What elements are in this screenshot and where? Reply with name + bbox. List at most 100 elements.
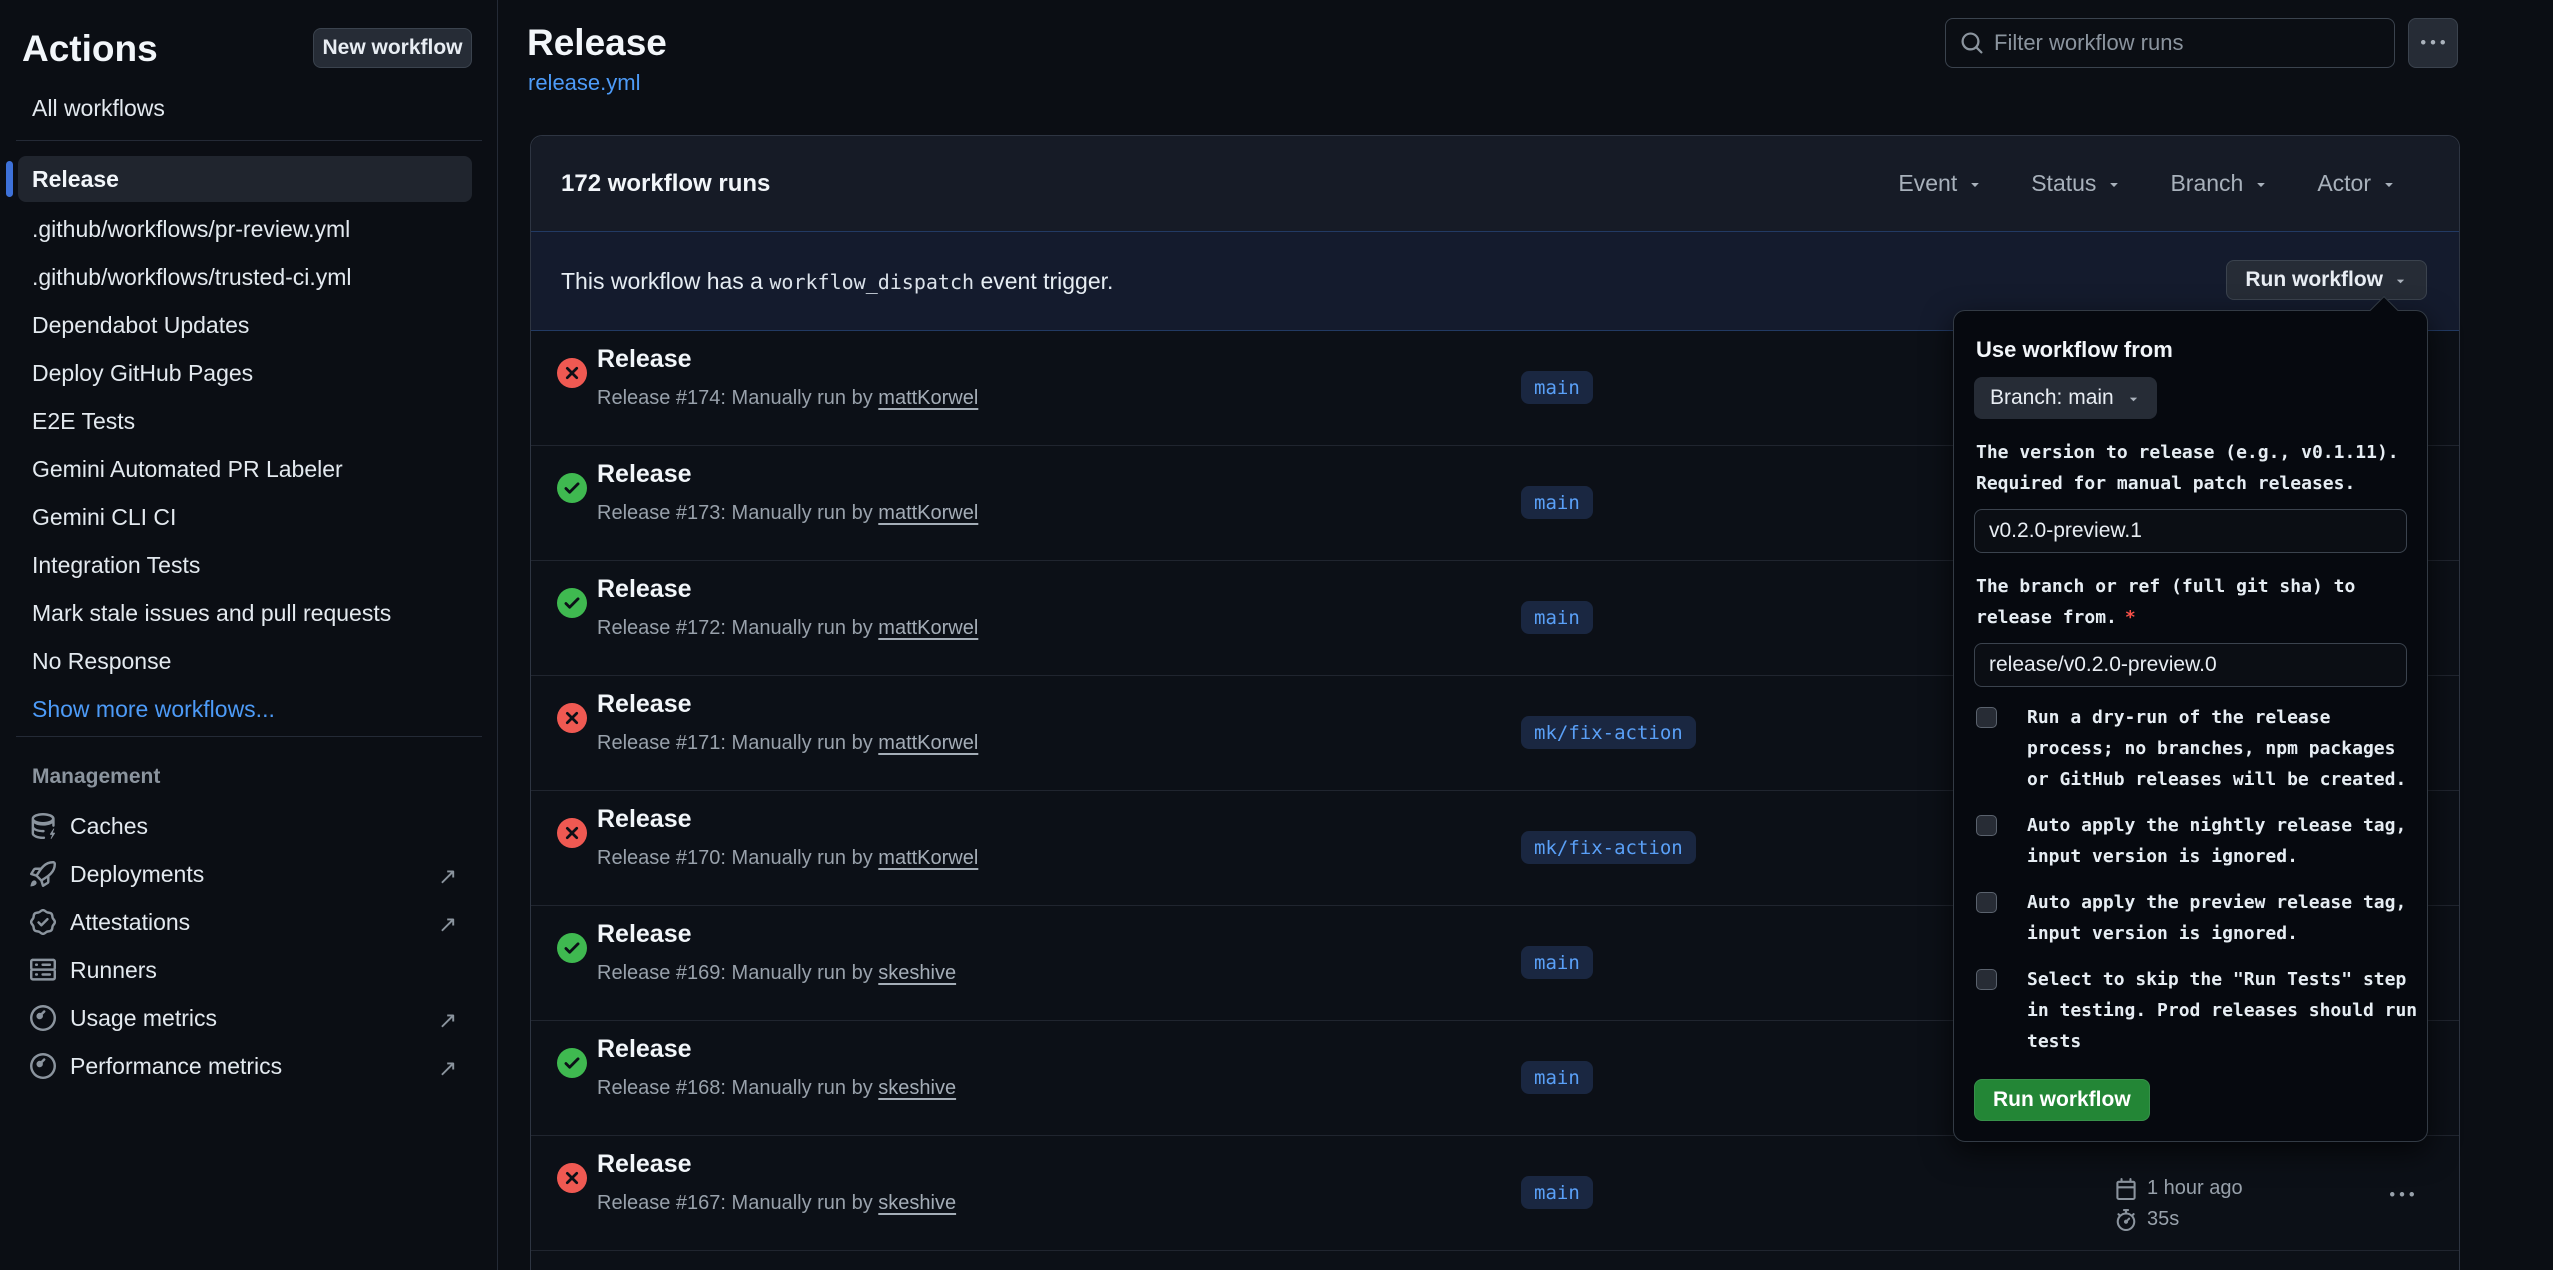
run-title[interactable]: Release [597,1035,692,1064]
search-icon [1960,31,1984,55]
actor-link[interactable]: mattKorwel [878,732,978,754]
checkbox[interactable] [1976,892,1997,913]
sidebar-item-caches[interactable]: Caches [0,802,498,850]
run-title[interactable]: Release [597,1150,692,1179]
banner-text: This workflow has a workflow_dispatch ev… [561,268,1113,295]
branch-badge[interactable]: main [1521,601,1593,634]
run-title[interactable]: Release [597,690,692,719]
calendar-icon [2115,1178,2137,1200]
run-workflow-dropdown-button[interactable]: Run workflow [2226,260,2427,300]
arrow-up-right-icon: ↗ [438,1055,460,1077]
branch-badge[interactable]: main [1521,371,1593,404]
selected-accent-bar [6,161,13,197]
workflow-dispatch-code: workflow_dispatch [769,270,974,294]
sidebar-item-workflow[interactable]: Deploy GitHub Pages [0,349,498,397]
checkbox-label: Auto apply the preview release tag,input… [2027,887,2406,949]
version-input[interactable] [1974,509,2407,553]
branch-selector-button[interactable]: Branch: main [1974,377,2157,419]
actor-link[interactable]: mattKorwel [878,617,978,639]
show-more-workflows-link[interactable]: Show more workflows... [0,685,498,733]
checkbox-label: Select to skip the "Run Tests" stepin te… [2027,964,2417,1057]
filter-dropdown-status[interactable]: Status [2031,170,2122,197]
checkbox-label: Auto apply the nightly release tag,input… [2027,810,2406,872]
run-workflow-submit-button[interactable]: Run workflow [1974,1079,2150,1121]
sidebar-title: Actions [22,28,158,70]
actor-link[interactable]: skeshive [878,1192,956,1214]
run-time: 1 hour ago [2147,1177,2243,1200]
sidebar-item-workflow[interactable]: Mark stale issues and pull requests [0,589,498,637]
branch-badge[interactable]: main [1521,946,1593,979]
check-circle-icon [557,1048,587,1078]
branch-badge[interactable]: main [1521,1061,1593,1094]
new-workflow-button[interactable]: New workflow [313,28,472,68]
triangle-down-icon [2126,391,2141,406]
filter-dropdown-event[interactable]: Event [1898,170,1983,197]
run-description: Release #173: Manually run by mattKorwel [597,502,978,525]
version-help-text: The version to release (e.g., v0.1.11).R… [1976,437,2407,499]
sidebar-item-all-workflows[interactable]: All workflows [32,95,165,122]
sidebar-workflow-list: .github/workflows/pr-review.yml.github/w… [0,205,498,733]
branch-badge[interactable]: mk/fix-action [1521,831,1696,864]
run-title[interactable]: Release [597,575,692,604]
filter-workflow-runs-input[interactable] [1994,30,2394,56]
actor-link[interactable]: skeshive [878,1077,956,1099]
sidebar-selected-label: Release [32,166,119,193]
sidebar-item-workflow[interactable]: .github/workflows/trusted-ci.yml [0,253,498,301]
sidebar-item-workflow[interactable]: E2E Tests [0,397,498,445]
sidebar-item-workflow[interactable]: Integration Tests [0,541,498,589]
sidebar-item-deployments[interactable]: Deployments↗ [0,850,498,898]
meter-icon [30,1005,56,1031]
x-circle-icon [557,818,587,848]
actor-link[interactable]: mattKorwel [878,387,978,409]
sidebar-item-attestations[interactable]: Attestations↗ [0,898,498,946]
actor-link[interactable]: mattKorwel [878,502,978,524]
checkbox[interactable] [1976,707,1997,728]
check-circle-icon [557,933,587,963]
branch-badge[interactable]: mk/fix-action [1521,716,1696,749]
sidebar-item-usage-metrics[interactable]: Usage metrics↗ [0,994,498,1042]
ref-help-text: The branch or ref (full git sha) torelea… [1976,571,2407,633]
checkbox[interactable] [1976,815,1997,836]
sidebar-item-workflow[interactable]: Gemini CLI CI [0,493,498,541]
required-asterisk: * [2125,607,2136,628]
management-item-label: Attestations [70,909,190,936]
sidebar-item-workflow[interactable]: Gemini Automated PR Labeler [0,445,498,493]
x-circle-icon [557,358,587,388]
filter-dropdown-branch[interactable]: Branch [2170,170,2269,197]
checkbox-label: Run a dry-run of the releaseprocess; no … [2027,702,2406,795]
run-title[interactable]: Release [597,920,692,949]
ref-input[interactable] [1974,643,2407,687]
sidebar-item-workflow[interactable]: Dependabot Updates [0,301,498,349]
run-title[interactable]: Release [597,460,692,489]
actor-link[interactable]: mattKorwel [878,847,978,869]
dispatch-checkbox-list: Run a dry-run of the releaseprocess; no … [1974,702,2407,1057]
sidebar-item-performance-metrics[interactable]: Performance metrics↗ [0,1042,498,1090]
dispatch-checkbox-row: Auto apply the preview release tag,input… [1976,887,2407,949]
checkbox[interactable] [1976,969,1997,990]
meter-icon [30,1053,56,1079]
sidebar-item-workflow[interactable]: No Response [0,637,498,685]
x-circle-icon [557,1163,587,1193]
run-meta: 1 hour ago35s [2115,1173,2243,1235]
run-title[interactable]: Release [597,805,692,834]
branch-badge[interactable]: main [1521,1176,1593,1209]
management-item-label: Usage metrics [70,1005,217,1032]
run-title[interactable]: Release [597,345,692,374]
dispatch-checkbox-row: Auto apply the nightly release tag,input… [1976,810,2407,872]
workflow-options-kebab-button[interactable] [2408,18,2458,68]
runs-count: 172 workflow runs [561,170,770,198]
branch-badge[interactable]: main [1521,486,1593,519]
workflow-file-link[interactable]: release.yml [528,70,640,96]
run-description: Release #169: Manually run by skeshive [597,962,956,985]
stopwatch-icon [2115,1209,2137,1231]
sidebar-divider [16,140,482,141]
sidebar-item-runners[interactable]: Runners [0,946,498,994]
sidebar-item-workflow[interactable]: .github/workflows/pr-review.yml [0,205,498,253]
filter-dropdown-actor[interactable]: Actor [2317,170,2397,197]
page-title: Release [527,22,667,64]
check-circle-icon [557,588,587,618]
triangle-down-icon [2106,176,2122,192]
actor-link[interactable]: skeshive [878,962,956,984]
x-circle-icon [557,703,587,733]
run-options-kebab-button[interactable] [2379,1180,2425,1210]
